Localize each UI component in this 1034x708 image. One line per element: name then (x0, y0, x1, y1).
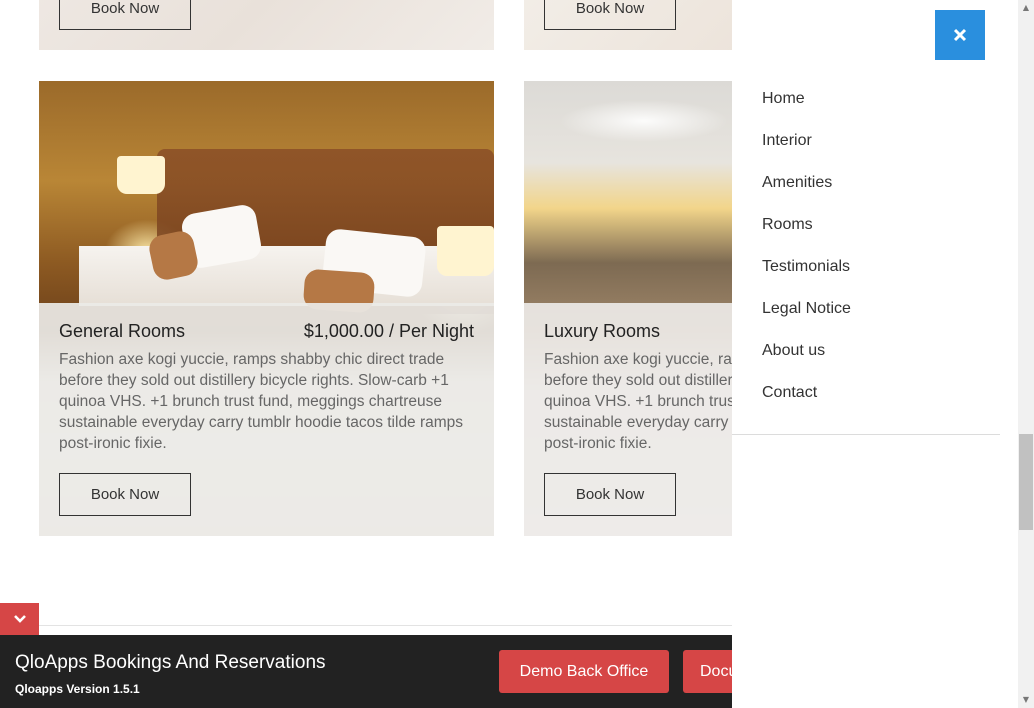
menu-item-contact[interactable]: Contact (762, 372, 851, 414)
room-title: General Rooms (59, 321, 186, 341)
bed-shape (79, 246, 494, 306)
lamp-shape (437, 226, 494, 276)
close-menu-button[interactable] (935, 10, 985, 60)
room-card-general: General Rooms $1,000.00 / Per Night Fash… (39, 81, 494, 536)
book-now-button[interactable]: Book Now (544, 0, 676, 30)
page-content: Book Now Book Now General Rooms $1,000.0… (0, 0, 1000, 708)
room-title: Luxury Rooms (544, 321, 661, 341)
menu-item-rooms[interactable]: Rooms (762, 204, 851, 246)
scroll-down-arrow-icon[interactable]: ▼ (1018, 692, 1034, 706)
scroll-up-arrow-icon[interactable]: ▲ (1018, 0, 1034, 14)
scrollbar-thumb[interactable] (1019, 434, 1033, 530)
room-price: $1,000.00 / Per Night (303, 321, 474, 341)
room-description: Fashion axe kogi yuccie, ramps shabby ch… (59, 351, 464, 452)
lamp-shape (117, 156, 165, 194)
menu-divider (732, 434, 1000, 435)
demo-bar-version: Qloapps Version 1.5.1 (15, 682, 140, 696)
side-menu-list: Home Interior Amenities Rooms Testimonia… (762, 78, 851, 414)
vertical-scrollbar[interactable] (1018, 0, 1034, 708)
chevron-down-icon (13, 615, 26, 623)
collapse-toggle-button[interactable] (0, 603, 39, 635)
menu-item-home[interactable]: Home (762, 78, 851, 120)
menu-item-legal-notice[interactable]: Legal Notice (762, 288, 851, 330)
menu-item-amenities[interactable]: Amenities (762, 162, 851, 204)
demo-bar-title: QloApps Bookings And Reservations (15, 652, 326, 673)
book-now-button[interactable]: Book Now (59, 473, 191, 516)
room-card-top-left: Book Now (39, 0, 494, 50)
book-now-button[interactable]: Book Now (59, 0, 191, 30)
book-now-button[interactable]: Book Now (544, 473, 676, 516)
menu-item-about-us[interactable]: About us (762, 330, 851, 372)
menu-item-interior[interactable]: Interior (762, 120, 851, 162)
menu-item-testimonials[interactable]: Testimonials (762, 246, 851, 288)
close-icon (953, 28, 967, 42)
demo-back-office-button[interactable]: Demo Back Office (499, 650, 669, 693)
side-navigation-menu: Home Interior Amenities Rooms Testimonia… (732, 0, 1000, 708)
